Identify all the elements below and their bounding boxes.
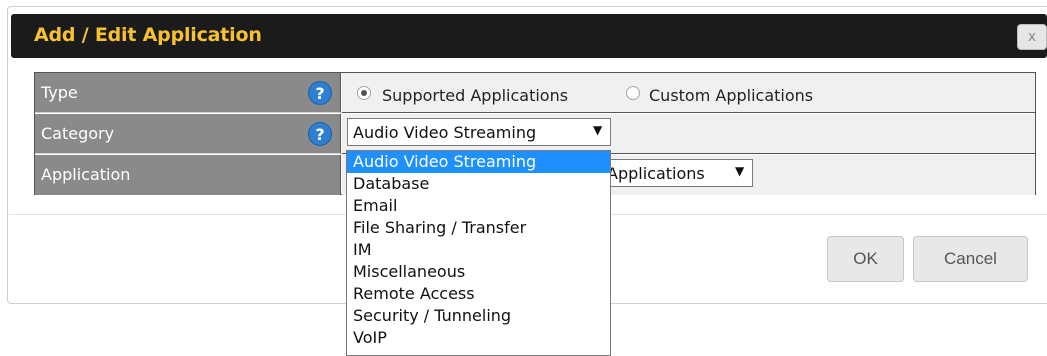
custom-applications-label[interactable]: Custom Applications bbox=[649, 86, 813, 105]
dialog-title: Add / Edit Application bbox=[34, 24, 262, 46]
type-row: Type ? Supported Applications Custom App… bbox=[35, 73, 1035, 113]
supported-applications-radio[interactable] bbox=[357, 86, 371, 100]
category-value-cell: Audio Video Streaming ▼ bbox=[342, 114, 1035, 154]
dropdown-option[interactable]: Database bbox=[347, 173, 610, 195]
dropdown-option[interactable]: Audio Video Streaming bbox=[347, 151, 610, 173]
dropdown-option[interactable]: VoIP bbox=[347, 327, 610, 349]
category-dropdown-list[interactable]: Audio Video Streaming Database Email Fil… bbox=[346, 150, 611, 356]
dialog-titlebar: Add / Edit Application bbox=[11, 14, 1047, 58]
category-select[interactable]: Audio Video Streaming ▼ bbox=[347, 118, 611, 146]
chevron-down-icon: ▼ bbox=[593, 123, 603, 137]
dropdown-option[interactable]: Remote Access bbox=[347, 283, 610, 305]
chevron-down-icon: ▼ bbox=[735, 164, 745, 178]
type-label-cell: Type ? bbox=[35, 73, 341, 113]
close-icon: x bbox=[1027, 29, 1037, 45]
dropdown-option[interactable]: Security / Tunneling bbox=[347, 305, 610, 327]
category-select-value: Audio Video Streaming bbox=[353, 123, 537, 142]
custom-applications-radio[interactable] bbox=[626, 86, 640, 100]
close-button[interactable]: x bbox=[1017, 24, 1047, 50]
supported-applications-label[interactable]: Supported Applications bbox=[382, 86, 568, 105]
category-row: Category ? Audio Video Streaming ▼ bbox=[35, 114, 1035, 154]
category-help-icon[interactable]: ? bbox=[308, 122, 332, 146]
category-label-cell: Category ? bbox=[35, 114, 341, 154]
ok-button[interactable]: OK bbox=[827, 236, 904, 282]
application-select-value: Applications bbox=[607, 164, 705, 183]
type-help-icon[interactable]: ? bbox=[308, 81, 332, 105]
application-label-cell: Application bbox=[35, 155, 341, 195]
cancel-button[interactable]: Cancel bbox=[913, 236, 1028, 282]
application-label: Application bbox=[41, 165, 131, 184]
dropdown-option[interactable]: Email bbox=[347, 195, 610, 217]
dropdown-option[interactable]: Miscellaneous bbox=[347, 261, 610, 283]
category-label: Category bbox=[41, 124, 115, 143]
dropdown-option[interactable]: File Sharing / Transfer bbox=[347, 217, 610, 239]
type-value-cell: Supported Applications Custom Applicatio… bbox=[342, 73, 1035, 113]
type-label: Type bbox=[41, 83, 78, 102]
dropdown-option[interactable]: IM bbox=[347, 239, 610, 261]
